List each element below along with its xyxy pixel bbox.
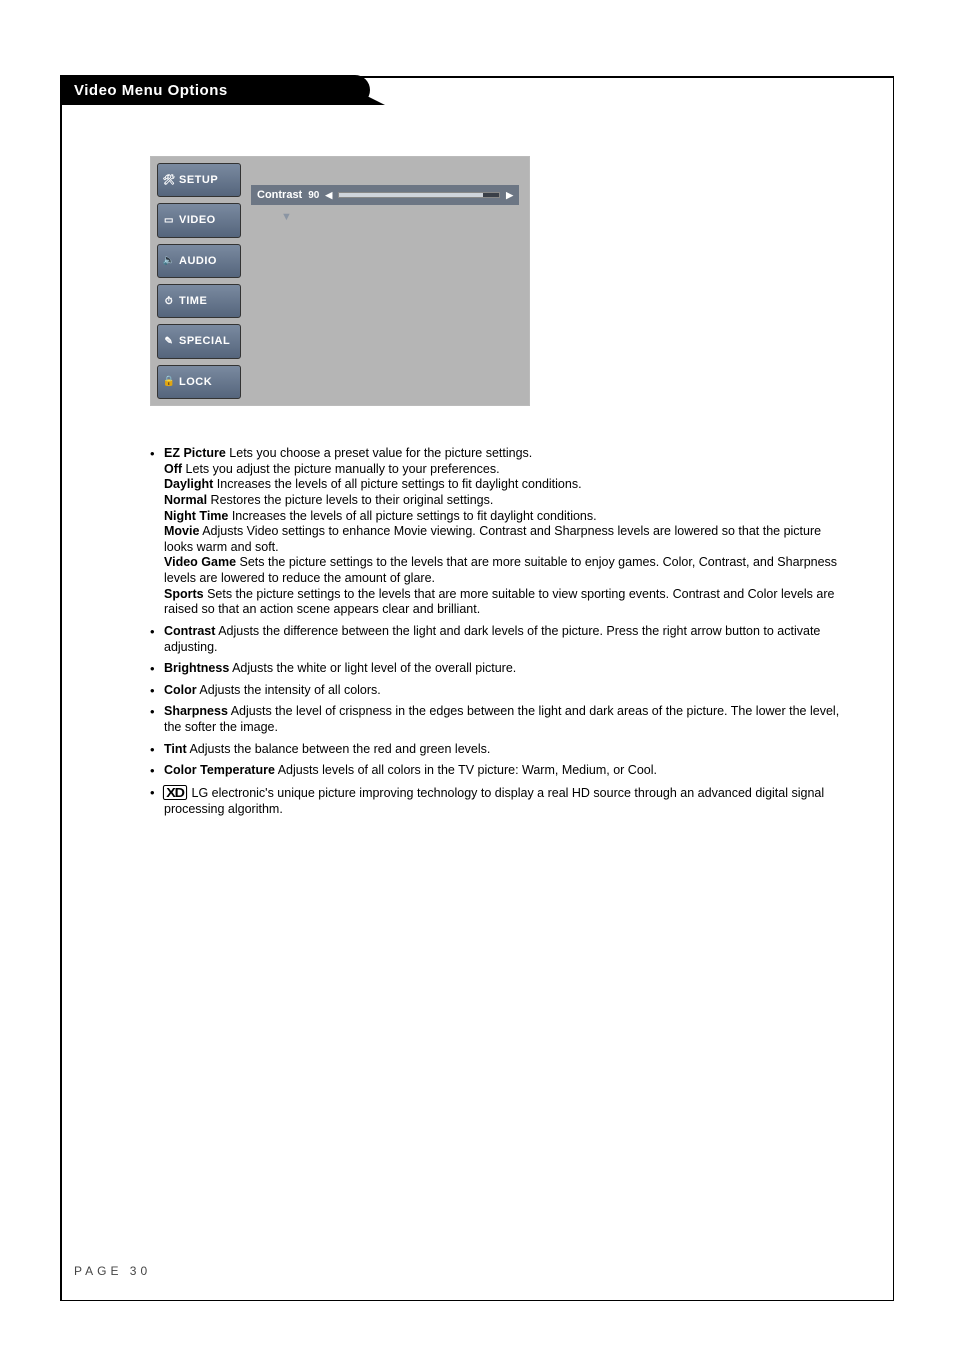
osd-tab-label: SPECIAL [179, 335, 230, 347]
page-number: PAGE 30 [74, 1264, 151, 1278]
description-item: Tint Adjusts the balance between the red… [150, 742, 853, 758]
term: Sharpness [164, 704, 228, 718]
description-item: Color Temperature Adjusts levels of all … [150, 763, 853, 779]
description-item: EZ Picture Lets you choose a preset valu… [150, 446, 853, 618]
slider-label: Contrast [257, 189, 302, 201]
osd-tab-setup[interactable]: 🛠 SETUP [157, 163, 241, 197]
osd-tab-video[interactable]: ▭ VIDEO [157, 203, 241, 237]
sub-option: Video Game Sets the picture settings to … [164, 555, 853, 586]
sub-option: Movie Adjusts Video settings to enhance … [164, 524, 853, 555]
slider-value: 90 [308, 190, 319, 201]
lock-icon: 🔒 [162, 375, 176, 389]
sub-option: Night Time Increases the levels of all p… [164, 509, 853, 525]
osd-tab-label: LOCK [179, 376, 212, 388]
slider-track[interactable] [338, 192, 500, 198]
xd-logo-icon: XD [163, 785, 187, 800]
osd-tab-audio[interactable]: 🔈 AUDIO [157, 244, 241, 278]
osd-tab-lock[interactable]: 🔒 LOCK [157, 365, 241, 399]
description-list: EZ Picture Lets you choose a preset valu… [150, 446, 853, 817]
description-item: Color Adjusts the intensity of all color… [150, 683, 853, 699]
osd-tab-label: AUDIO [179, 255, 217, 267]
heading-text: Video Menu Options [74, 82, 228, 99]
sub-option: Normal Restores the picture levels to th… [164, 493, 853, 509]
wand-icon: ✎ [162, 334, 176, 348]
description-item: XD LG electronic's unique picture improv… [150, 785, 853, 817]
term: EZ Picture [164, 446, 226, 460]
osd-tab-special[interactable]: ✎ SPECIAL [157, 324, 241, 358]
term: Color [164, 683, 197, 697]
arrow-left-icon[interactable]: ◀ [325, 190, 332, 201]
section-heading: Video Menu Options [60, 75, 355, 105]
osd-tab-label: SETUP [179, 174, 218, 186]
sub-option: Daylight Increases the levels of all pic… [164, 477, 853, 493]
arrow-down-icon[interactable]: ▼ [251, 205, 519, 223]
term: Brightness [164, 661, 229, 675]
slider-fill [339, 193, 483, 197]
term: Color Temperature [164, 763, 275, 777]
description-item: Brightness Adjusts the white or light le… [150, 661, 853, 677]
sub-option: Off Lets you adjust the picture manually… [164, 462, 853, 478]
clock-icon: ⏱ [162, 294, 176, 308]
screen-icon: ▭ [162, 213, 176, 227]
speaker-icon: 🔈 [162, 254, 176, 268]
sub-option: Sports Sets the picture settings to the … [164, 587, 853, 618]
description-item: Contrast Adjusts the difference between … [150, 624, 853, 655]
osd-menu: 🛠 SETUP ▭ VIDEO 🔈 AUDIO ⏱ TIME [150, 156, 530, 406]
osd-tab-label: VIDEO [179, 214, 216, 226]
term: Tint [164, 742, 187, 756]
term: Contrast [164, 624, 215, 638]
description-item: Sharpness Adjusts the level of crispness… [150, 704, 853, 735]
contrast-slider-row[interactable]: Contrast 90 ◀ ▶ [251, 185, 519, 205]
wrench-icon: 🛠 [162, 173, 176, 187]
osd-tab-list: 🛠 SETUP ▭ VIDEO 🔈 AUDIO ⏱ TIME [151, 157, 241, 405]
osd-tab-label: TIME [179, 295, 207, 307]
arrow-right-icon[interactable]: ▶ [506, 190, 513, 201]
osd-tab-time[interactable]: ⏱ TIME [157, 284, 241, 318]
